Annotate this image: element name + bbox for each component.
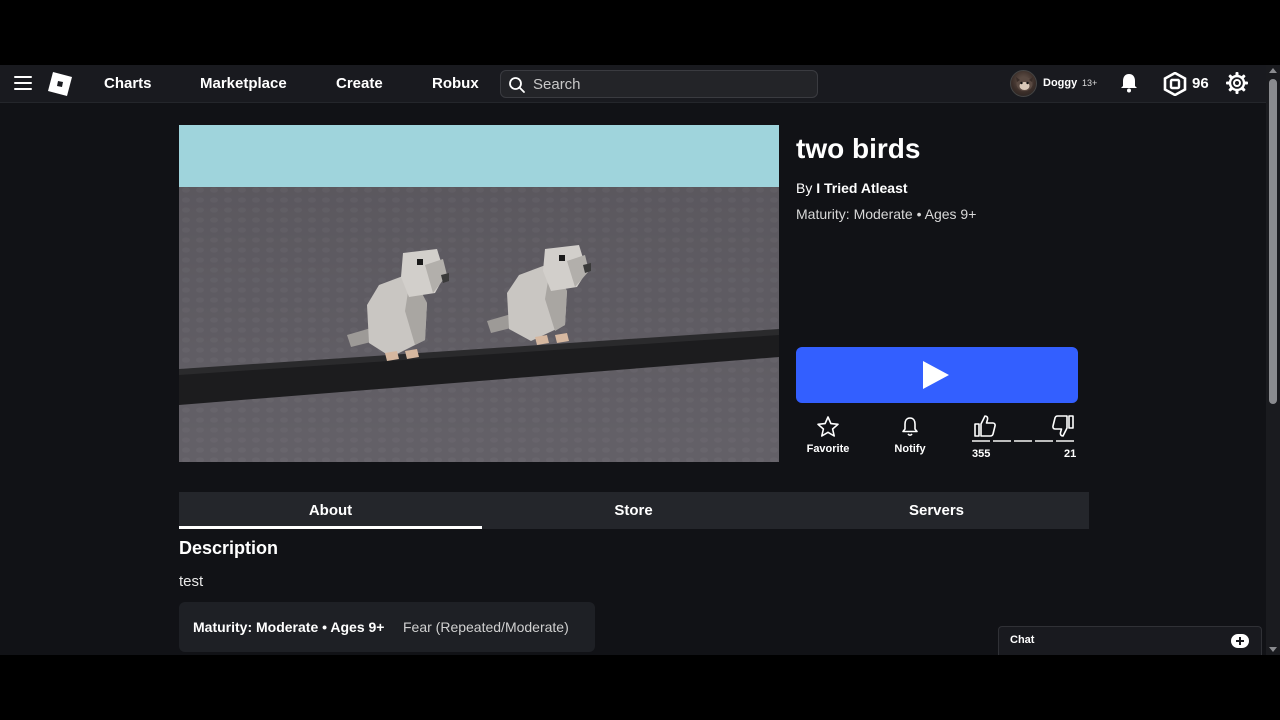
thumbs-down-icon[interactable] xyxy=(1050,413,1076,439)
settings-gear-icon[interactable] xyxy=(1225,71,1249,95)
game-tabs: About Store Servers xyxy=(179,492,1089,529)
search-icon xyxy=(509,77,525,93)
chat-add-icon[interactable] xyxy=(1231,634,1249,648)
play-button[interactable] xyxy=(796,347,1078,403)
maturity-rating: Maturity: Moderate • Ages 9+ xyxy=(796,206,977,222)
thumbnail-scene-image xyxy=(179,125,779,462)
letterbox-bottom xyxy=(0,655,1280,720)
chat-label: Chat xyxy=(1010,634,1035,646)
game-thumbnail[interactable] xyxy=(179,125,779,462)
age-tag: 13+ xyxy=(1082,78,1098,88)
nav-link-robux[interactable]: Robux xyxy=(432,75,479,92)
scroll-down-icon[interactable] xyxy=(1269,647,1277,652)
page-scrollbar[interactable] xyxy=(1266,65,1280,655)
game-title: two birds xyxy=(796,133,921,164)
tab-servers[interactable]: Servers xyxy=(785,492,1088,529)
creator-line: By I Tried Atleast xyxy=(796,180,908,196)
maturity-details-box: Maturity: Moderate • Ages 9+ Fear (Repea… xyxy=(179,602,595,652)
play-icon xyxy=(923,361,949,389)
star-icon xyxy=(817,416,839,437)
notify-button[interactable]: Notify xyxy=(884,415,936,455)
avatar[interactable] xyxy=(1010,70,1037,97)
top-navigation-bar: Charts Marketplace Create Robux Doggy 13… xyxy=(0,65,1266,103)
letterbox-top xyxy=(0,0,1280,65)
downvote-count: 21 xyxy=(1064,448,1077,460)
nav-link-marketplace[interactable]: Marketplace xyxy=(200,75,287,92)
notification-bell-icon[interactable] xyxy=(1118,72,1140,94)
favorite-button[interactable]: Favorite xyxy=(800,415,856,455)
robux-balance[interactable]: 96 xyxy=(1192,75,1209,92)
favorite-label: Favorite xyxy=(806,443,850,455)
upvote-count: 355 xyxy=(972,448,991,460)
scrollbar-thumb[interactable] xyxy=(1269,79,1277,404)
notify-label: Notify xyxy=(894,443,926,455)
description-text: test xyxy=(179,573,204,590)
tab-about[interactable]: About xyxy=(179,492,482,529)
description-heading: Description xyxy=(179,538,279,558)
maturity-details-label: Maturity: Moderate • Ages 9+ xyxy=(193,619,385,635)
nav-link-create[interactable]: Create xyxy=(336,75,383,92)
maturity-details-desc: Fear (Repeated/Moderate) xyxy=(403,619,569,635)
scroll-up-icon[interactable] xyxy=(1269,68,1277,73)
search-input[interactable] xyxy=(533,73,803,95)
creator-name-link[interactable]: I Tried Atleast xyxy=(816,180,907,196)
robux-icon[interactable] xyxy=(1163,72,1187,96)
menu-icon[interactable] xyxy=(14,76,32,90)
chat-widget[interactable]: Chat xyxy=(998,626,1262,655)
username-label[interactable]: Doggy xyxy=(1043,77,1077,89)
tab-store[interactable]: Store xyxy=(482,492,785,529)
avatar-image xyxy=(1016,77,1033,91)
search-box xyxy=(500,70,818,98)
browser-viewport: Charts Marketplace Create Robux Doggy 13… xyxy=(0,65,1280,655)
thumbs-up-icon[interactable] xyxy=(972,413,998,439)
nav-link-charts[interactable]: Charts xyxy=(104,75,152,92)
creator-by-label: By xyxy=(796,180,813,196)
notify-bell-icon xyxy=(902,417,918,437)
vote-ratio-bar xyxy=(972,440,1074,442)
roblox-logo-icon[interactable] xyxy=(47,71,73,97)
